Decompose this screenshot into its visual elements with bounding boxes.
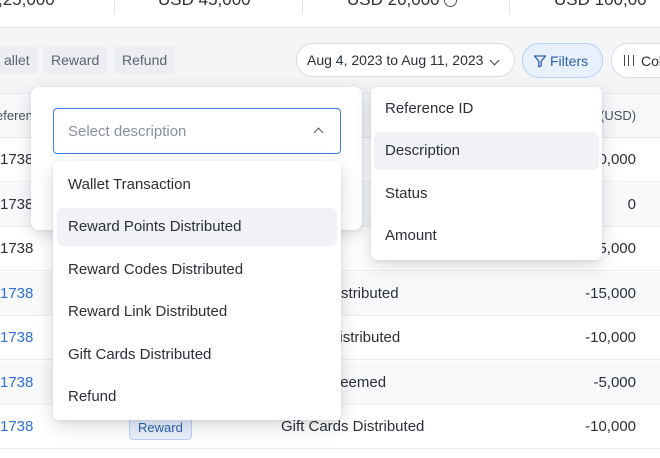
header-reference: eferen	[0, 108, 33, 123]
stat-divider	[302, 0, 303, 14]
filter-icon	[533, 54, 547, 67]
amount-cell: -10,000	[585, 329, 636, 346]
stat-value: USD 100,00	[554, 0, 647, 10]
filter-field-option[interactable]: Reference ID	[374, 89, 599, 127]
columns-icon	[624, 55, 634, 66]
select-placeholder: Select description	[68, 122, 187, 140]
description-option[interactable]: Reward Link Distributed	[57, 293, 337, 331]
filter-field-option[interactable]: Status	[374, 174, 599, 212]
description-option[interactable]: Gift Cards Distributed	[57, 335, 337, 373]
stat-value: USD 45,000	[158, 0, 251, 10]
columns-label: Col	[641, 52, 660, 69]
reference-id: 1738	[0, 195, 34, 213]
description-option[interactable]: Reward Codes Distributed	[57, 250, 337, 288]
amount-cell: 0,000	[598, 151, 636, 168]
stat-divider	[114, 0, 115, 14]
chevron-up-icon	[313, 127, 324, 138]
header-amount: (USD)	[600, 108, 637, 123]
stat-divider	[509, 0, 510, 14]
info-icon[interactable]	[443, 0, 457, 8]
summary-stats: ,25,000 USD 45,000 USD 20,000 USD 100,00	[0, 0, 660, 28]
columns-button[interactable]: Col	[611, 43, 660, 78]
filter-field-menu: Reference ID Description Status Amount	[371, 87, 602, 260]
reference-id: 1738	[0, 151, 34, 168]
date-range-label: Aug 4, 2023 to Aug 11, 2023	[307, 52, 484, 68]
stat-value: USD 20,000	[347, 0, 457, 10]
reference-id[interactable]: 1738	[0, 329, 33, 346]
description-options-list: Wallet Transaction Reward Points Distribu…	[53, 161, 341, 420]
description-option[interactable]: Refund	[57, 378, 337, 416]
amount-cell: -5,000	[593, 373, 636, 391]
amount-cell: -15,000	[585, 284, 636, 302]
reference-id[interactable]: 1738	[0, 418, 33, 435]
type-chip-wallet[interactable]: allet	[0, 46, 38, 74]
description-option[interactable]: Reward Points Distributed	[57, 207, 337, 246]
filters-button[interactable]: Filters	[522, 43, 603, 78]
reference-id[interactable]: 1738	[0, 285, 33, 302]
reference-id[interactable]: 1738	[0, 374, 33, 391]
description-option[interactable]: Wallet Transaction	[57, 165, 337, 203]
filter-field-option[interactable]: Description	[374, 131, 599, 170]
chevron-down-icon	[489, 55, 500, 66]
amount-cell: 0	[627, 195, 636, 213]
type-chip-refund[interactable]: Refund	[114, 46, 176, 74]
description-cell: Gift Cards Distributed	[281, 418, 425, 435]
amount-cell: -10,000	[585, 418, 636, 435]
description-select[interactable]: Select description	[53, 108, 341, 154]
date-range-picker[interactable]: Aug 4, 2023 to Aug 11, 2023	[296, 43, 515, 77]
filters-label: Filters	[550, 52, 589, 69]
reference-id: 1738	[0, 240, 34, 257]
amount-cell: 5,000	[598, 240, 636, 257]
type-chip-reward[interactable]: Reward	[43, 46, 108, 74]
filter-field-option[interactable]: Amount	[374, 217, 599, 255]
stat-value: ,25,000	[0, 0, 55, 10]
